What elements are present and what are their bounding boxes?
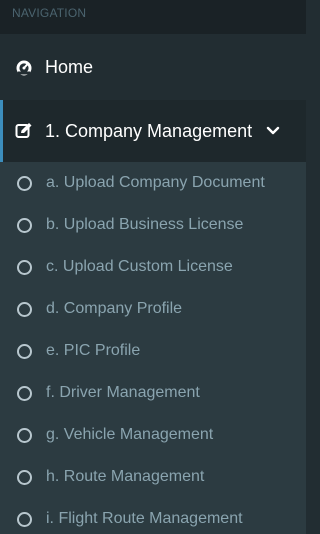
- circle-icon: [17, 343, 32, 359]
- submenu-item[interactable]: g. Vehicle Management: [0, 414, 306, 456]
- submenu-item[interactable]: f. Driver Management: [0, 372, 306, 414]
- circle-icon: [17, 301, 32, 317]
- circle-icon: [17, 385, 32, 401]
- sidebar-item-home-label: Home: [45, 56, 94, 77]
- sidebar-item-company-label: 1. Company Management: [45, 120, 253, 141]
- circle-icon: [17, 469, 32, 485]
- edit-icon: [15, 122, 33, 140]
- submenu-item[interactable]: e. PIC Profile: [0, 330, 306, 372]
- submenu-item-label: g. Vehicle Management: [46, 426, 214, 443]
- submenu-item-label: d. Company Profile: [46, 300, 183, 317]
- submenu-item[interactable]: c. Upload Custom License: [0, 246, 306, 288]
- submenu-item-label: a. Upload Company Document: [46, 174, 265, 191]
- submenu-item-label: c. Upload Custom License: [46, 258, 233, 275]
- submenu-item[interactable]: i. Flight Route Management: [0, 498, 306, 534]
- dashboard-icon: [15, 58, 33, 76]
- submenu-item-label: f. Driver Management: [46, 384, 200, 401]
- sidebar-item-home[interactable]: Home: [0, 34, 306, 100]
- circle-icon: [17, 511, 32, 527]
- submenu-item[interactable]: d. Company Profile: [0, 288, 306, 330]
- chevron-down-icon[interactable]: [266, 126, 280, 136]
- sidebar-header: NAVIGATION: [0, 0, 306, 34]
- submenu-item-label: i. Flight Route Management: [46, 510, 243, 527]
- submenu-item[interactable]: h. Route Management: [0, 456, 306, 498]
- sidebar: NAVIGATION Home 1. Company Management a.…: [0, 0, 306, 534]
- circle-icon: [17, 427, 32, 443]
- submenu-item-label: h. Route Management: [46, 468, 205, 485]
- submenu-item[interactable]: b. Upload Business License: [0, 204, 306, 246]
- company-submenu: a. Upload Company Document b. Upload Busi…: [0, 162, 306, 534]
- circle-icon: [17, 217, 32, 233]
- circle-icon: [17, 175, 32, 191]
- sidebar-item-company-management[interactable]: 1. Company Management: [0, 100, 306, 162]
- submenu-item-label: e. PIC Profile: [46, 342, 141, 359]
- submenu-item-label: b. Upload Business License: [46, 216, 244, 233]
- submenu-item[interactable]: a. Upload Company Document: [0, 162, 306, 204]
- circle-icon: [17, 259, 32, 275]
